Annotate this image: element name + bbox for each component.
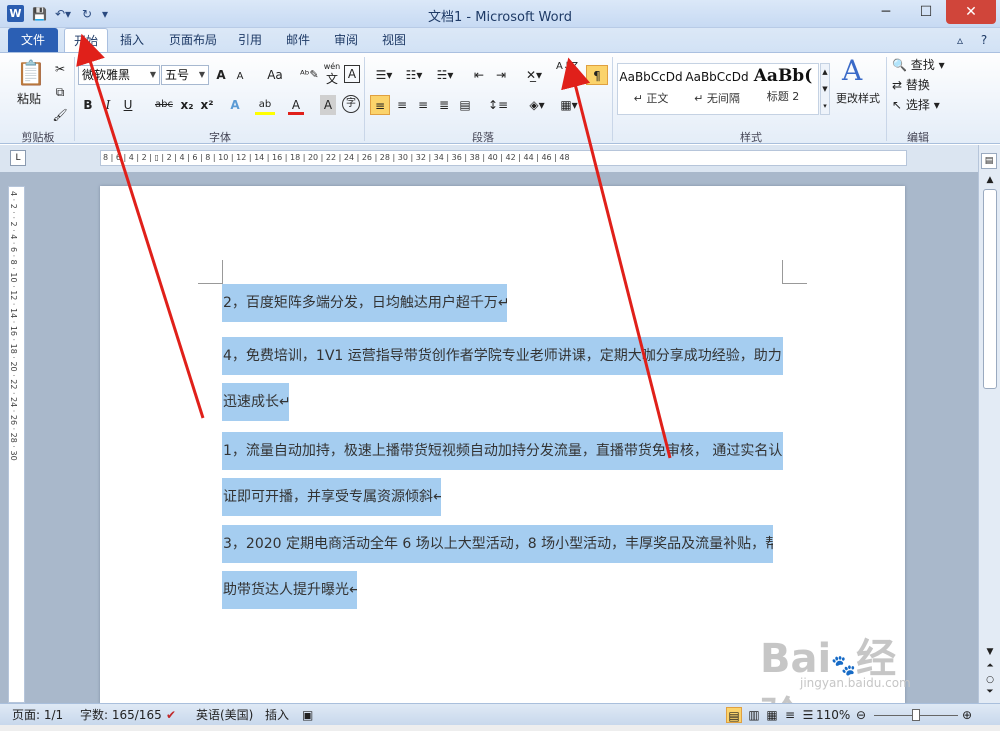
annotation-arrow-sort: [561, 57, 672, 459]
annotation-overlay: [76, 33, 672, 459]
annotation-arrow-home-tab: [76, 33, 205, 419]
